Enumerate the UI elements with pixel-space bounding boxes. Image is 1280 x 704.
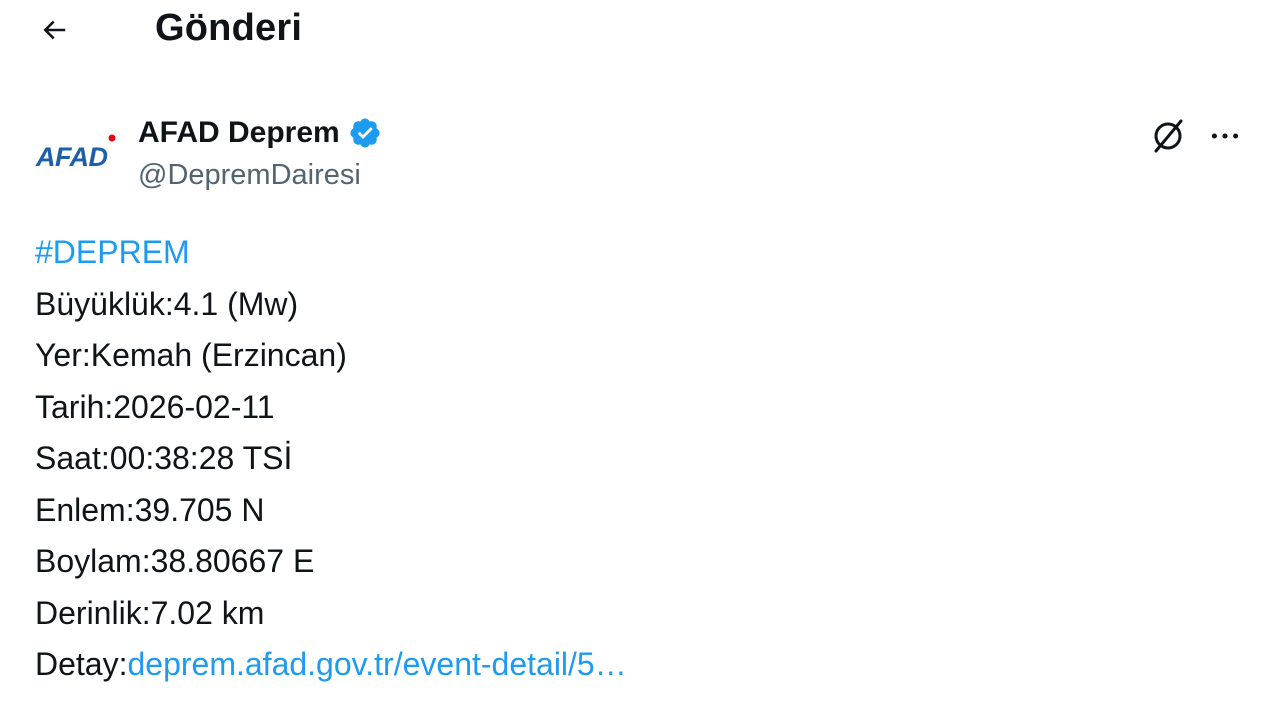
detail-label: Detay: xyxy=(35,646,128,682)
avatar[interactable]: AFAD xyxy=(30,118,122,190)
arrow-left-icon xyxy=(43,20,66,40)
depth-line: Derinlik:7.02 km xyxy=(35,594,265,631)
logo-red-dot xyxy=(108,134,116,142)
author-handle[interactable]: @DepremDairesi xyxy=(138,155,361,195)
hashtag-line: #DEPREM xyxy=(35,227,1235,279)
grok-button[interactable] xyxy=(1146,114,1190,158)
location-line: Yer:Kemah (Erzincan) xyxy=(35,337,347,373)
time-line: Saat:00:38:28 TSİ xyxy=(35,440,293,476)
afad-logo: AFAD xyxy=(35,134,116,172)
longitude-line: Boylam:38.80667 E xyxy=(35,543,315,579)
tweet-text: #DEPREM Büyüklük:4.1 (Mw) Yer:Kemah (Erz… xyxy=(35,227,1235,691)
verified-badge-icon xyxy=(348,116,382,150)
grok-icon xyxy=(1154,119,1183,153)
hashtag-link[interactable]: #DEPREM xyxy=(35,234,190,270)
detail-link[interactable]: deprem.afad.gov.tr/event-detail/5… xyxy=(127,646,626,682)
more-horizontal-icon xyxy=(1211,133,1239,139)
author-name-link[interactable]: AFAD Deprem xyxy=(138,112,382,154)
more-button[interactable] xyxy=(1203,114,1247,158)
top-bar: Gönderi xyxy=(0,0,1280,60)
avatar-logo-text: AFAD xyxy=(35,142,108,172)
back-button[interactable] xyxy=(32,8,76,52)
magnitude-line: Büyüklük:4.1 (Mw) xyxy=(35,285,299,322)
date-line: Tarih:2026-02-11 xyxy=(35,388,275,425)
page-title: Gönderi xyxy=(155,7,303,49)
author-name: AFAD Deprem xyxy=(138,116,340,149)
detail-line: Detay:deprem.afad.gov.tr/event-detail/5… xyxy=(35,639,1235,691)
latitude-line: Enlem:39.705 N xyxy=(35,491,265,528)
